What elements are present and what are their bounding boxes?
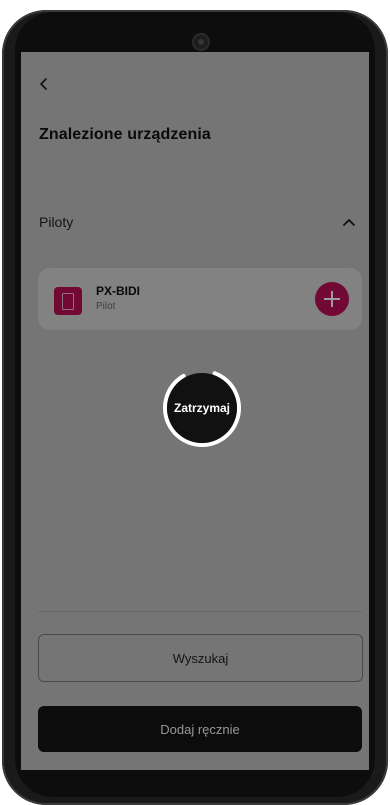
remote-control-icon	[54, 287, 82, 315]
add-device-button[interactable]	[315, 282, 349, 316]
device-name: PX-BIDI	[96, 284, 141, 298]
add-manually-button[interactable]: Dodaj ręcznie	[38, 706, 362, 752]
divider	[38, 611, 362, 612]
back-arrow-icon[interactable]	[35, 72, 53, 96]
section-label-remotes: Piloty	[39, 214, 74, 230]
stop-scan-control: Zatrzymaj	[162, 368, 242, 448]
device-type: Pilot	[96, 301, 116, 312]
front-camera	[194, 35, 208, 49]
chevron-up-icon[interactable]	[341, 216, 357, 228]
stop-button[interactable]: Zatrzymaj	[167, 373, 237, 443]
search-button[interactable]: Wyszukaj	[38, 634, 363, 682]
page-title: Znalezione urządzenia	[39, 126, 211, 143]
device-list-item[interactable]: PX-BIDI Pilot	[38, 268, 362, 330]
